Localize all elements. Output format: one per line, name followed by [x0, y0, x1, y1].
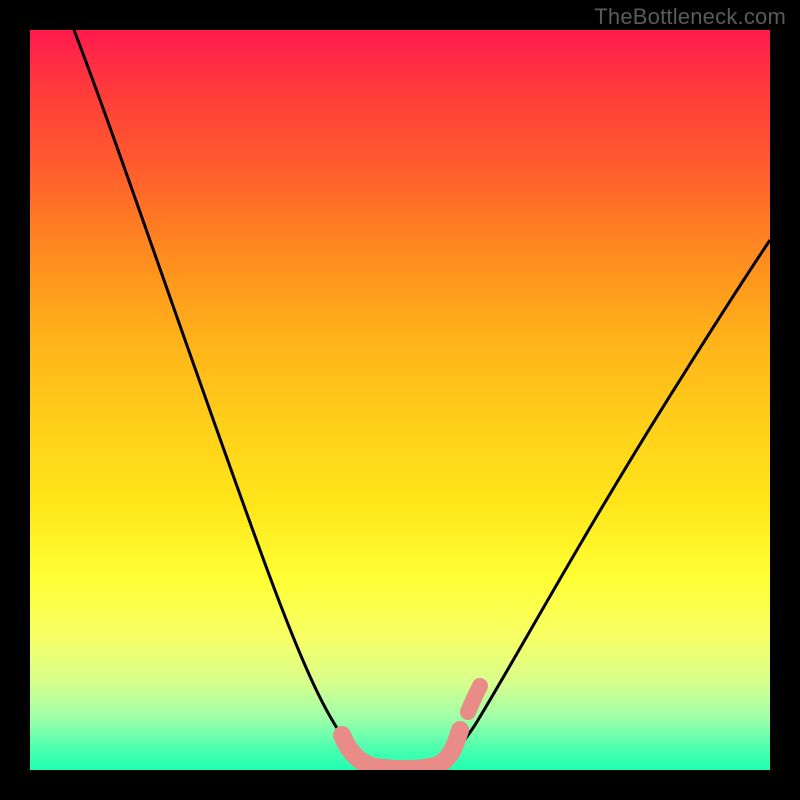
valley-highlight-right [468, 686, 480, 712]
valley-highlight [342, 730, 460, 769]
plot-area [30, 30, 770, 770]
curve-layer [30, 30, 770, 770]
watermark-text: TheBottleneck.com [594, 4, 786, 30]
bottleneck-curve [74, 30, 770, 767]
chart-frame: TheBottleneck.com [0, 0, 800, 800]
